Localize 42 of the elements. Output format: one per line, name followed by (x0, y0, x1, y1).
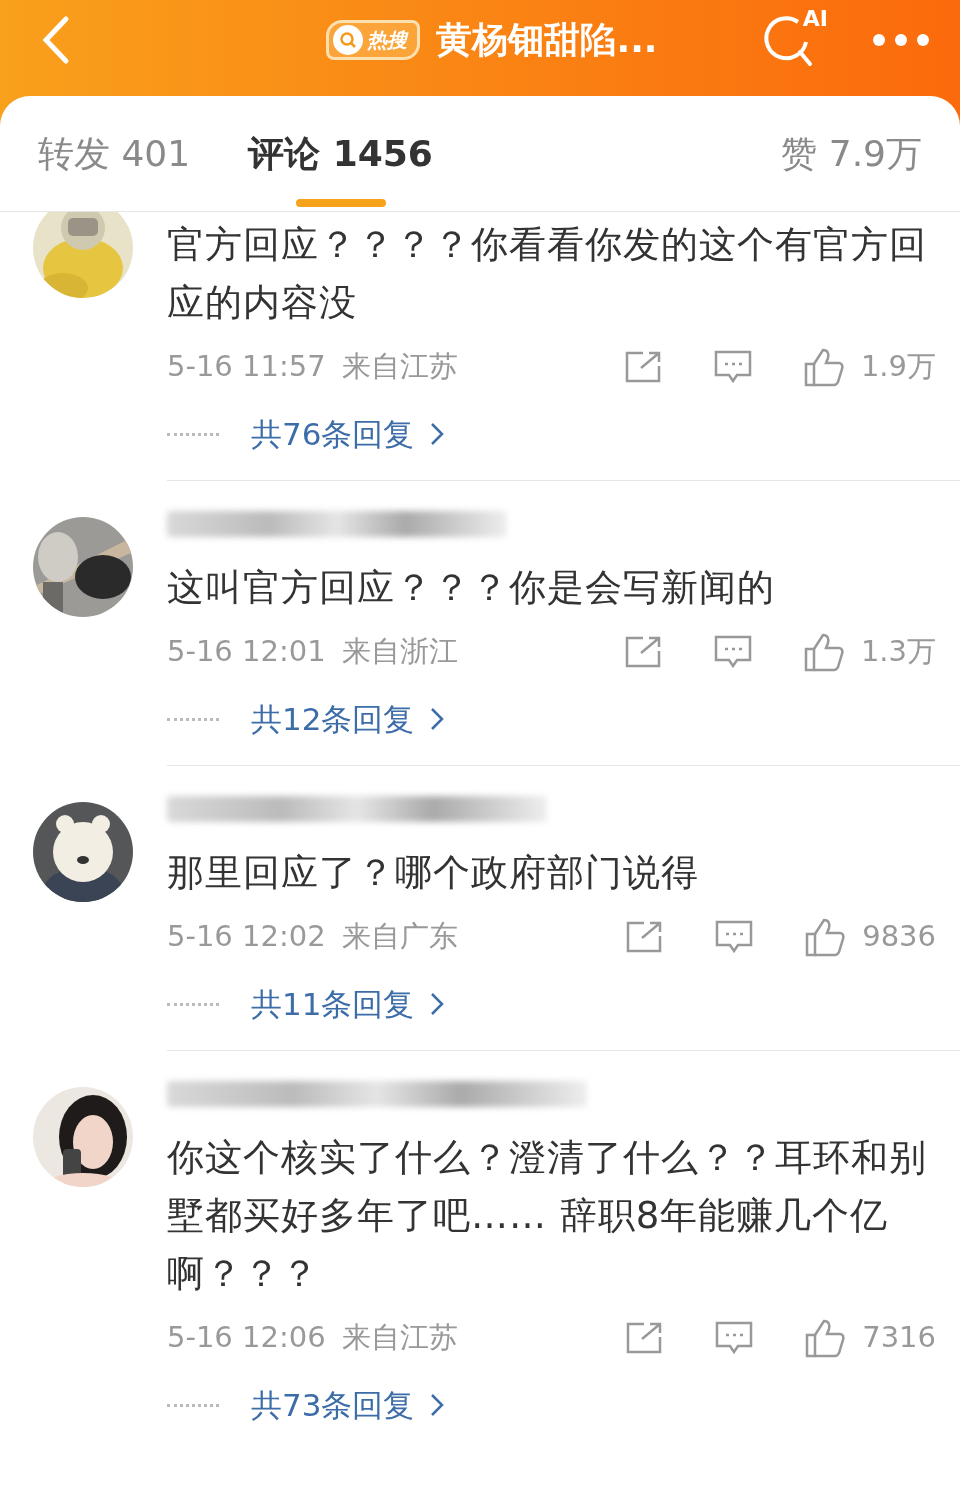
replies-link[interactable]: 共11条回复 (251, 980, 445, 1028)
likes-count[interactable]: 赞 7.9万 (781, 126, 922, 181)
replies-link[interactable]: 共73条回复 (251, 1381, 445, 1429)
comment-icon[interactable] (714, 919, 755, 955)
comment-location: 来自江苏 (341, 1319, 458, 1357)
like-count: 7316 (862, 1319, 936, 1357)
replies-link[interactable]: 共12条回复 (251, 695, 445, 743)
comment-time: 5-16 11:57 (167, 348, 326, 386)
comment-icon[interactable] (712, 349, 753, 385)
replies-link[interactable]: 共76条回复 (251, 410, 445, 458)
dotted-line (167, 1002, 219, 1006)
more-icon[interactable] (872, 33, 930, 47)
dotted-line (167, 717, 219, 721)
comment-text: 你这个核实了什么？澄清了什么？？耳环和别墅都买好多年了吧…… 辞职8年能赚几个亿啊？？？ (167, 1135, 928, 1297)
comment-text: 那里回应了？哪个政府部门说得 (167, 850, 700, 896)
comment-text: 官方回应？？？？你看看你发的这个有官方回应的内容没 (167, 222, 928, 326)
comment-time: 5-16 12:02 (167, 918, 326, 956)
chevron-icon (430, 992, 445, 1016)
like-icon[interactable] (804, 917, 847, 957)
like-icon[interactable] (802, 632, 845, 672)
tab[interactable]: 转发 401 (38, 96, 191, 211)
chevron-icon (430, 1393, 445, 1417)
comment-time: 5-16 12:01 (167, 633, 326, 671)
comment-text: 这叫官方回应？？？你是会写新闻的 (167, 565, 776, 611)
comment-location: 来自广东 (341, 918, 458, 956)
like-icon[interactable] (804, 1318, 847, 1358)
like-icon[interactable] (802, 347, 845, 387)
like-count: 1.9万 (860, 348, 936, 386)
dotted-line (167, 1403, 219, 1407)
like-count: 1.3万 (860, 633, 936, 671)
comment-icon[interactable] (714, 1320, 755, 1356)
like-count: 9836 (862, 918, 936, 956)
dotted-line (167, 432, 219, 436)
page-title: 黄杨钿甜陷... (436, 18, 658, 62)
comment-icon[interactable] (712, 634, 753, 670)
chevron-icon (430, 707, 445, 731)
comment-time: 5-16 12:06 (167, 1319, 326, 1357)
tab[interactable]: 评论 1456 (248, 96, 433, 211)
comment-location: 来自浙江 (341, 633, 458, 671)
chevron-icon (430, 422, 445, 446)
ai-search-button[interactable]: AI (762, 12, 824, 68)
comment-location: 来自江苏 (341, 348, 458, 386)
